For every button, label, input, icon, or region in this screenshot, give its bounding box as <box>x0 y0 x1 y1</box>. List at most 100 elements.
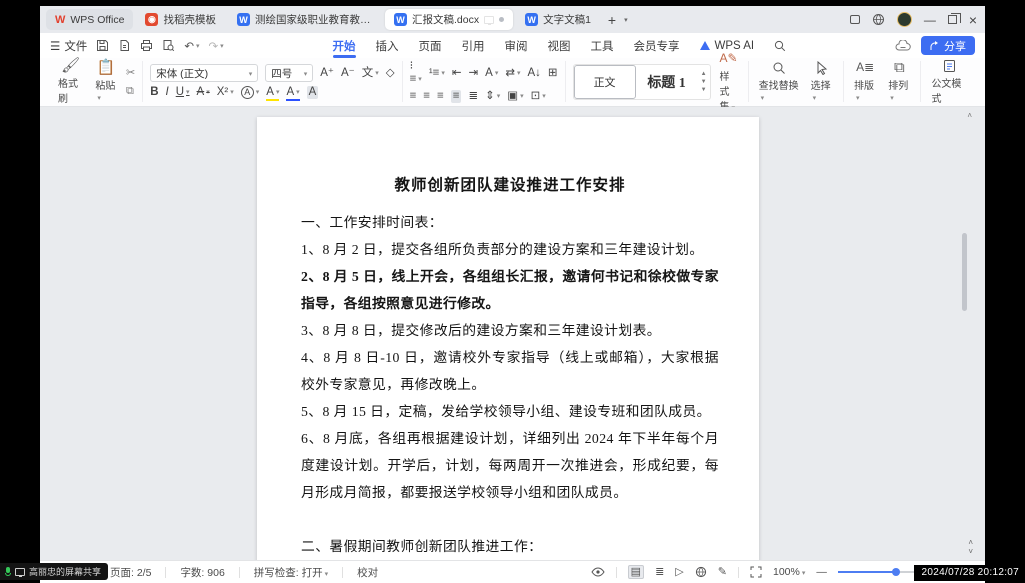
official-mode-button[interactable]: 公文模式 <box>928 59 970 105</box>
decrease-indent-icon[interactable]: ⇤ <box>452 67 462 80</box>
numbered-list-icon[interactable]: ¹≡ <box>429 67 445 80</box>
redo-icon[interactable]: ↷ <box>208 39 223 53</box>
zoom-slider-handle[interactable] <box>892 568 900 576</box>
arrange-button[interactable]: ⧉ 排列 <box>885 60 913 103</box>
shading-icon[interactable]: ▣ <box>507 90 523 103</box>
tab-docer-templates[interactable]: ◉ 找稻壳模板 <box>136 9 225 30</box>
close-button[interactable]: × <box>969 12 977 28</box>
style-set-button[interactable]: A✎ 样式集 <box>717 51 741 113</box>
outline-view-icon[interactable]: ≣ <box>655 566 664 578</box>
globe-settings-icon[interactable] <box>872 13 885 26</box>
zoom-out-icon[interactable]: — <box>816 566 827 578</box>
fit-page-icon[interactable] <box>750 566 762 578</box>
decrease-font-icon[interactable]: A⁻ <box>341 67 355 80</box>
distribute-icon[interactable]: ≣ <box>468 90 478 103</box>
format-painter-button[interactable]: 🖌 格式刷 <box>55 58 86 105</box>
align-right-icon[interactable]: ≡ <box>437 90 444 103</box>
document-title[interactable]: 教师创新团队建设推进工作安排 <box>301 173 719 195</box>
ribbon-tab-insert[interactable]: 插入 <box>366 33 409 58</box>
enclose-character-icon[interactable]: A <box>241 86 260 99</box>
tab-huibao-docx[interactable]: W 汇报文稿.docx <box>385 9 513 30</box>
clear-format-icon[interactable]: ◇ <box>386 67 395 80</box>
paragraph[interactable]: 二、暑假期间教师创新团队推进工作： <box>301 533 719 560</box>
search-button[interactable] <box>764 33 796 58</box>
ribbon-tab-tools[interactable]: 工具 <box>581 33 624 58</box>
web-view-icon[interactable] <box>695 566 707 578</box>
share-button[interactable]: 分享 <box>921 36 975 55</box>
page-view-icon[interactable]: ▤ <box>628 565 644 579</box>
cut-icon[interactable]: ✂ <box>126 66 135 79</box>
typeset-button[interactable]: A≣ 排版 <box>851 60 879 103</box>
paragraph[interactable]: 3、8 月 8 日，提交修改后的建设方案和三年建设计划表。 <box>301 317 719 344</box>
next-page-icon[interactable]: ˅ <box>968 548 973 556</box>
highlight-color-icon[interactable]: A <box>266 86 279 99</box>
cloud-sync-icon[interactable] <box>895 40 911 52</box>
align-center-icon[interactable]: ≡ <box>423 90 430 103</box>
print-icon[interactable] <box>140 39 153 52</box>
ribbon-tab-review[interactable]: 审阅 <box>495 33 538 58</box>
eye-protect-icon[interactable] <box>591 567 605 577</box>
line-spacing-icon[interactable]: ⇕ <box>485 90 500 103</box>
style-heading-1[interactable]: 标题 1 <box>636 65 698 99</box>
font-color-icon[interactable]: A <box>286 86 299 99</box>
user-avatar[interactable] <box>897 12 912 27</box>
workspace-icon[interactable] <box>850 15 860 24</box>
ribbon-tab-references[interactable]: 引用 <box>452 33 495 58</box>
justify-icon[interactable]: ≡ <box>451 90 462 103</box>
copy-icon[interactable]: ⧉ <box>126 85 135 98</box>
undo-icon[interactable]: ↶ <box>184 39 199 53</box>
page-indicator[interactable]: 页面: 2/5 <box>110 565 151 580</box>
tab-wenzi-wengao1[interactable]: W 文字文稿1 <box>516 9 600 30</box>
ink-annotate-icon[interactable]: ✎ <box>718 566 727 578</box>
paragraph[interactable]: 2、8 月 5 日，线上开会，各组组长汇报，邀请何书记和徐校做专家指导，各组按照… <box>301 263 719 317</box>
vertical-scrollbar[interactable] <box>960 113 969 526</box>
paragraph[interactable]: 6、8 月底，各组再根据建设计划，详细列出 2024 年下半年每个月度建设计划。… <box>301 425 719 506</box>
font-name-select[interactable]: 宋体 (正文) <box>150 64 258 82</box>
print-preview-icon[interactable] <box>162 39 175 52</box>
tab-list-dropdown-icon[interactable]: ▾ <box>624 16 628 24</box>
align-left-icon[interactable]: ≡ <box>410 90 417 103</box>
paragraph[interactable]: 4、8 月 8 日-10 日，邀请校外专家指导（线上或邮箱），大家根据校外专家意… <box>301 344 719 398</box>
export-pdf-icon[interactable] <box>118 39 131 52</box>
file-menu[interactable]: ☰ 文件 <box>50 38 87 54</box>
spellcheck-toggle[interactable]: 拼写检查: 打开 <box>254 565 328 580</box>
superscript-icon[interactable]: X² <box>217 86 234 99</box>
restore-button[interactable] <box>948 15 957 24</box>
increase-font-icon[interactable]: A⁺ <box>320 67 334 80</box>
previous-page-icon[interactable]: ˄ <box>968 539 973 547</box>
select-button[interactable]: 选择 <box>808 61 836 103</box>
ribbon-tab-view[interactable]: 视图 <box>538 33 581 58</box>
strikethrough-icon[interactable]: A <box>197 86 210 99</box>
scrollbar-thumb[interactable] <box>962 233 967 311</box>
text-tool-icon[interactable]: A <box>485 67 498 80</box>
style-gallery-spinner[interactable]: ▲ ▼ ▼ <box>698 71 710 93</box>
tab-wps-office[interactable]: W WPS Office <box>46 9 133 30</box>
paragraph-marks-icon[interactable]: ⊞ <box>548 67 558 80</box>
ribbon-tab-member[interactable]: 会员专享 <box>624 33 690 58</box>
play-view-icon[interactable]: ▷ <box>675 566 683 578</box>
paragraph[interactable]: 一、工作安排时间表： <box>301 209 719 236</box>
ribbon-tab-page[interactable]: 页面 <box>409 33 452 58</box>
tab-document-team[interactable]: W 测绘国家级职业教育教师创新团队建设 <box>228 9 382 30</box>
find-replace-button[interactable]: 查找替换 <box>756 61 802 103</box>
character-shading-icon[interactable]: A <box>307 86 319 99</box>
zoom-level[interactable]: 100% <box>773 566 805 578</box>
paste-button[interactable]: 📋 粘贴 <box>92 60 120 103</box>
bold-icon[interactable]: B <box>150 86 158 99</box>
cjk-layout-icon[interactable]: ⇄ <box>505 67 520 80</box>
style-normal[interactable]: 正文 <box>574 65 636 99</box>
new-tab-button[interactable]: + <box>603 12 621 28</box>
sort-icon[interactable]: A↓ <box>528 67 541 80</box>
underline-icon[interactable]: U <box>176 86 190 99</box>
ribbon-tab-home[interactable]: 开始 <box>323 33 366 58</box>
italic-icon[interactable]: I <box>166 86 169 99</box>
ribbon-tab-wps-ai[interactable]: WPS AI <box>690 33 765 58</box>
phonetic-guide-icon[interactable]: 文 <box>362 67 379 80</box>
paragraph[interactable]: 1、8 月 2 日，提交各组所负责部分的建设方案和三年建设计划。 <box>301 236 719 263</box>
proofread-button[interactable]: 校对 <box>357 565 378 580</box>
minimize-button[interactable]: — <box>924 13 936 27</box>
word-count[interactable]: 字数: 906 <box>180 565 224 580</box>
paragraph[interactable]: 5、8 月 15 日，定稿，发给学校领导小组、建设专班和团队成员。 <box>301 398 719 425</box>
bullet-list-icon[interactable]: ⁝≡ <box>410 60 422 86</box>
borders-icon[interactable]: ⊡ <box>531 90 546 103</box>
